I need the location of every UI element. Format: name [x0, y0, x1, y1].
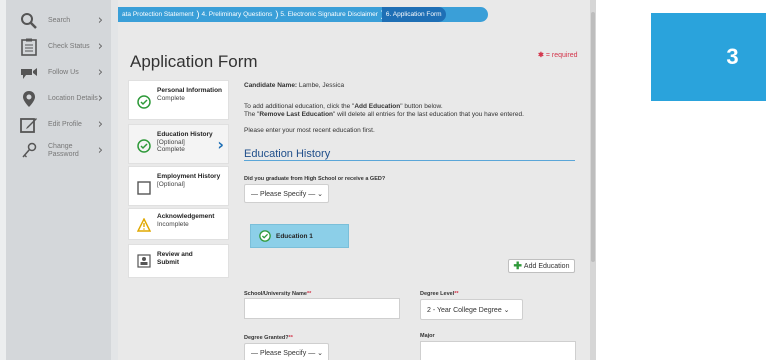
- chevron-right-icon: ›: [97, 91, 103, 106]
- degree-level-label: Degree Level**: [420, 291, 459, 297]
- step-title: Employment History: [157, 173, 221, 180]
- checkbox-icon: [137, 181, 151, 195]
- candidate-name: Candidate Name: Lambe, Jessica: [244, 82, 344, 90]
- instruction-recent: Please enter your most recent education …: [244, 127, 375, 134]
- page-title: Application Form: [130, 52, 258, 71]
- progress-tabs: ata Protection Statement 4. Preliminary …: [118, 7, 488, 22]
- step-title: Acknowledgement: [157, 213, 215, 220]
- step-status: Incomplete: [157, 220, 189, 228]
- school-label: School/University Name**: [244, 291, 312, 297]
- candidate-value: Lambe, Jessica: [298, 82, 345, 89]
- school-input[interactable]: [244, 298, 400, 319]
- tab-application-form[interactable]: 6. Application Form: [381, 7, 446, 22]
- clipboard-icon: [18, 36, 40, 58]
- section-divider: [244, 160, 575, 161]
- tab-signature-disclaimer[interactable]: 5. Electronic Signature Disclaimer: [276, 7, 383, 22]
- key-icon: [18, 140, 40, 162]
- step-sub: [Optional]: [157, 180, 185, 188]
- check-circle-icon: [137, 95, 151, 109]
- step-employment-history[interactable]: Employment History [Optional]: [128, 166, 229, 206]
- education-card-label: Education 1: [276, 232, 313, 240]
- step-personal-information[interactable]: Personal Information Complete: [128, 80, 229, 120]
- step-status: Complete: [157, 146, 185, 153]
- plus-icon: ✚: [513, 260, 522, 272]
- step-education-history[interactable]: Education History [Optional] Complete ›: [128, 124, 229, 164]
- sidebar-item-label: Change Password: [48, 143, 79, 158]
- check-circle-icon: [137, 139, 151, 153]
- tab-preliminary-questions[interactable]: 4. Preliminary Questions: [198, 7, 279, 22]
- major-input[interactable]: [420, 341, 576, 360]
- section-title: Education History: [244, 148, 331, 160]
- sidebar-item-label: Location Details: [48, 95, 98, 102]
- sidebar-item-label: Follow Us: [48, 69, 79, 76]
- degree-granted-label: Degree Granted?**: [244, 335, 293, 341]
- required-legend: ✱ = required: [538, 51, 578, 59]
- sidebar: Search › Check Status › Follow Us › Loca…: [6, 0, 111, 360]
- check-circle-icon: [259, 230, 271, 242]
- chevron-right-icon: ›: [97, 13, 103, 28]
- tab-data-protection[interactable]: ata Protection Statement: [118, 7, 199, 22]
- required-star-icon: ✱: [538, 52, 544, 59]
- map-pin-icon: [18, 88, 40, 110]
- chevron-right-icon: ›: [217, 135, 224, 154]
- required-legend-text: = required: [545, 52, 578, 59]
- review-document-icon: [137, 254, 151, 268]
- add-education-label: Add Education: [523, 262, 570, 270]
- warning-icon: [137, 218, 151, 232]
- gutter: [111, 0, 118, 360]
- degree-granted-select[interactable]: — Please Specify — ⌄: [244, 343, 329, 360]
- chevron-right-icon: ›: [97, 39, 103, 54]
- step-acknowledgement[interactable]: Acknowledgement Incomplete: [128, 208, 229, 240]
- step-title: Education History: [157, 131, 213, 138]
- chevron-right-icon: ›: [97, 117, 103, 132]
- step-number-badge: 3: [651, 13, 766, 101]
- ged-question-label: Did you graduate from High School or rec…: [244, 176, 386, 182]
- megaphone-icon: [18, 62, 40, 84]
- chevron-right-icon: ›: [97, 65, 103, 80]
- main-panel: ata Protection Statement 4. Preliminary …: [118, 0, 596, 360]
- add-education-button[interactable]: ✚ Add Education: [508, 259, 575, 273]
- step-title: Personal Information: [157, 87, 223, 94]
- step-status: Complete: [157, 94, 185, 102]
- major-label: Major: [420, 333, 435, 339]
- sidebar-item-label: Check Status: [48, 43, 90, 50]
- edit-icon: [18, 114, 40, 136]
- step-sub: [Optional]: [157, 138, 185, 146]
- sidebar-item-change-password[interactable]: Change Password ›: [6, 136, 111, 166]
- sidebar-item-label: Edit Profile: [48, 121, 82, 128]
- sidebar-item-label: Search: [48, 17, 71, 24]
- search-icon: [18, 10, 40, 32]
- step-title: Review and Submit: [157, 251, 193, 266]
- ged-select[interactable]: — Please Specify — ⌄: [244, 184, 329, 203]
- scrollbar-thumb[interactable]: [591, 12, 595, 262]
- chevron-right-icon: ›: [97, 143, 103, 158]
- candidate-label: Candidate Name:: [244, 82, 298, 89]
- education-1-card[interactable]: Education 1: [250, 224, 349, 248]
- step-review-submit[interactable]: Review and Submit: [128, 244, 229, 278]
- instructions: To add additional education, click the "…: [244, 103, 524, 118]
- degree-level-select[interactable]: 2 - Year College Degree ⌄: [420, 299, 523, 320]
